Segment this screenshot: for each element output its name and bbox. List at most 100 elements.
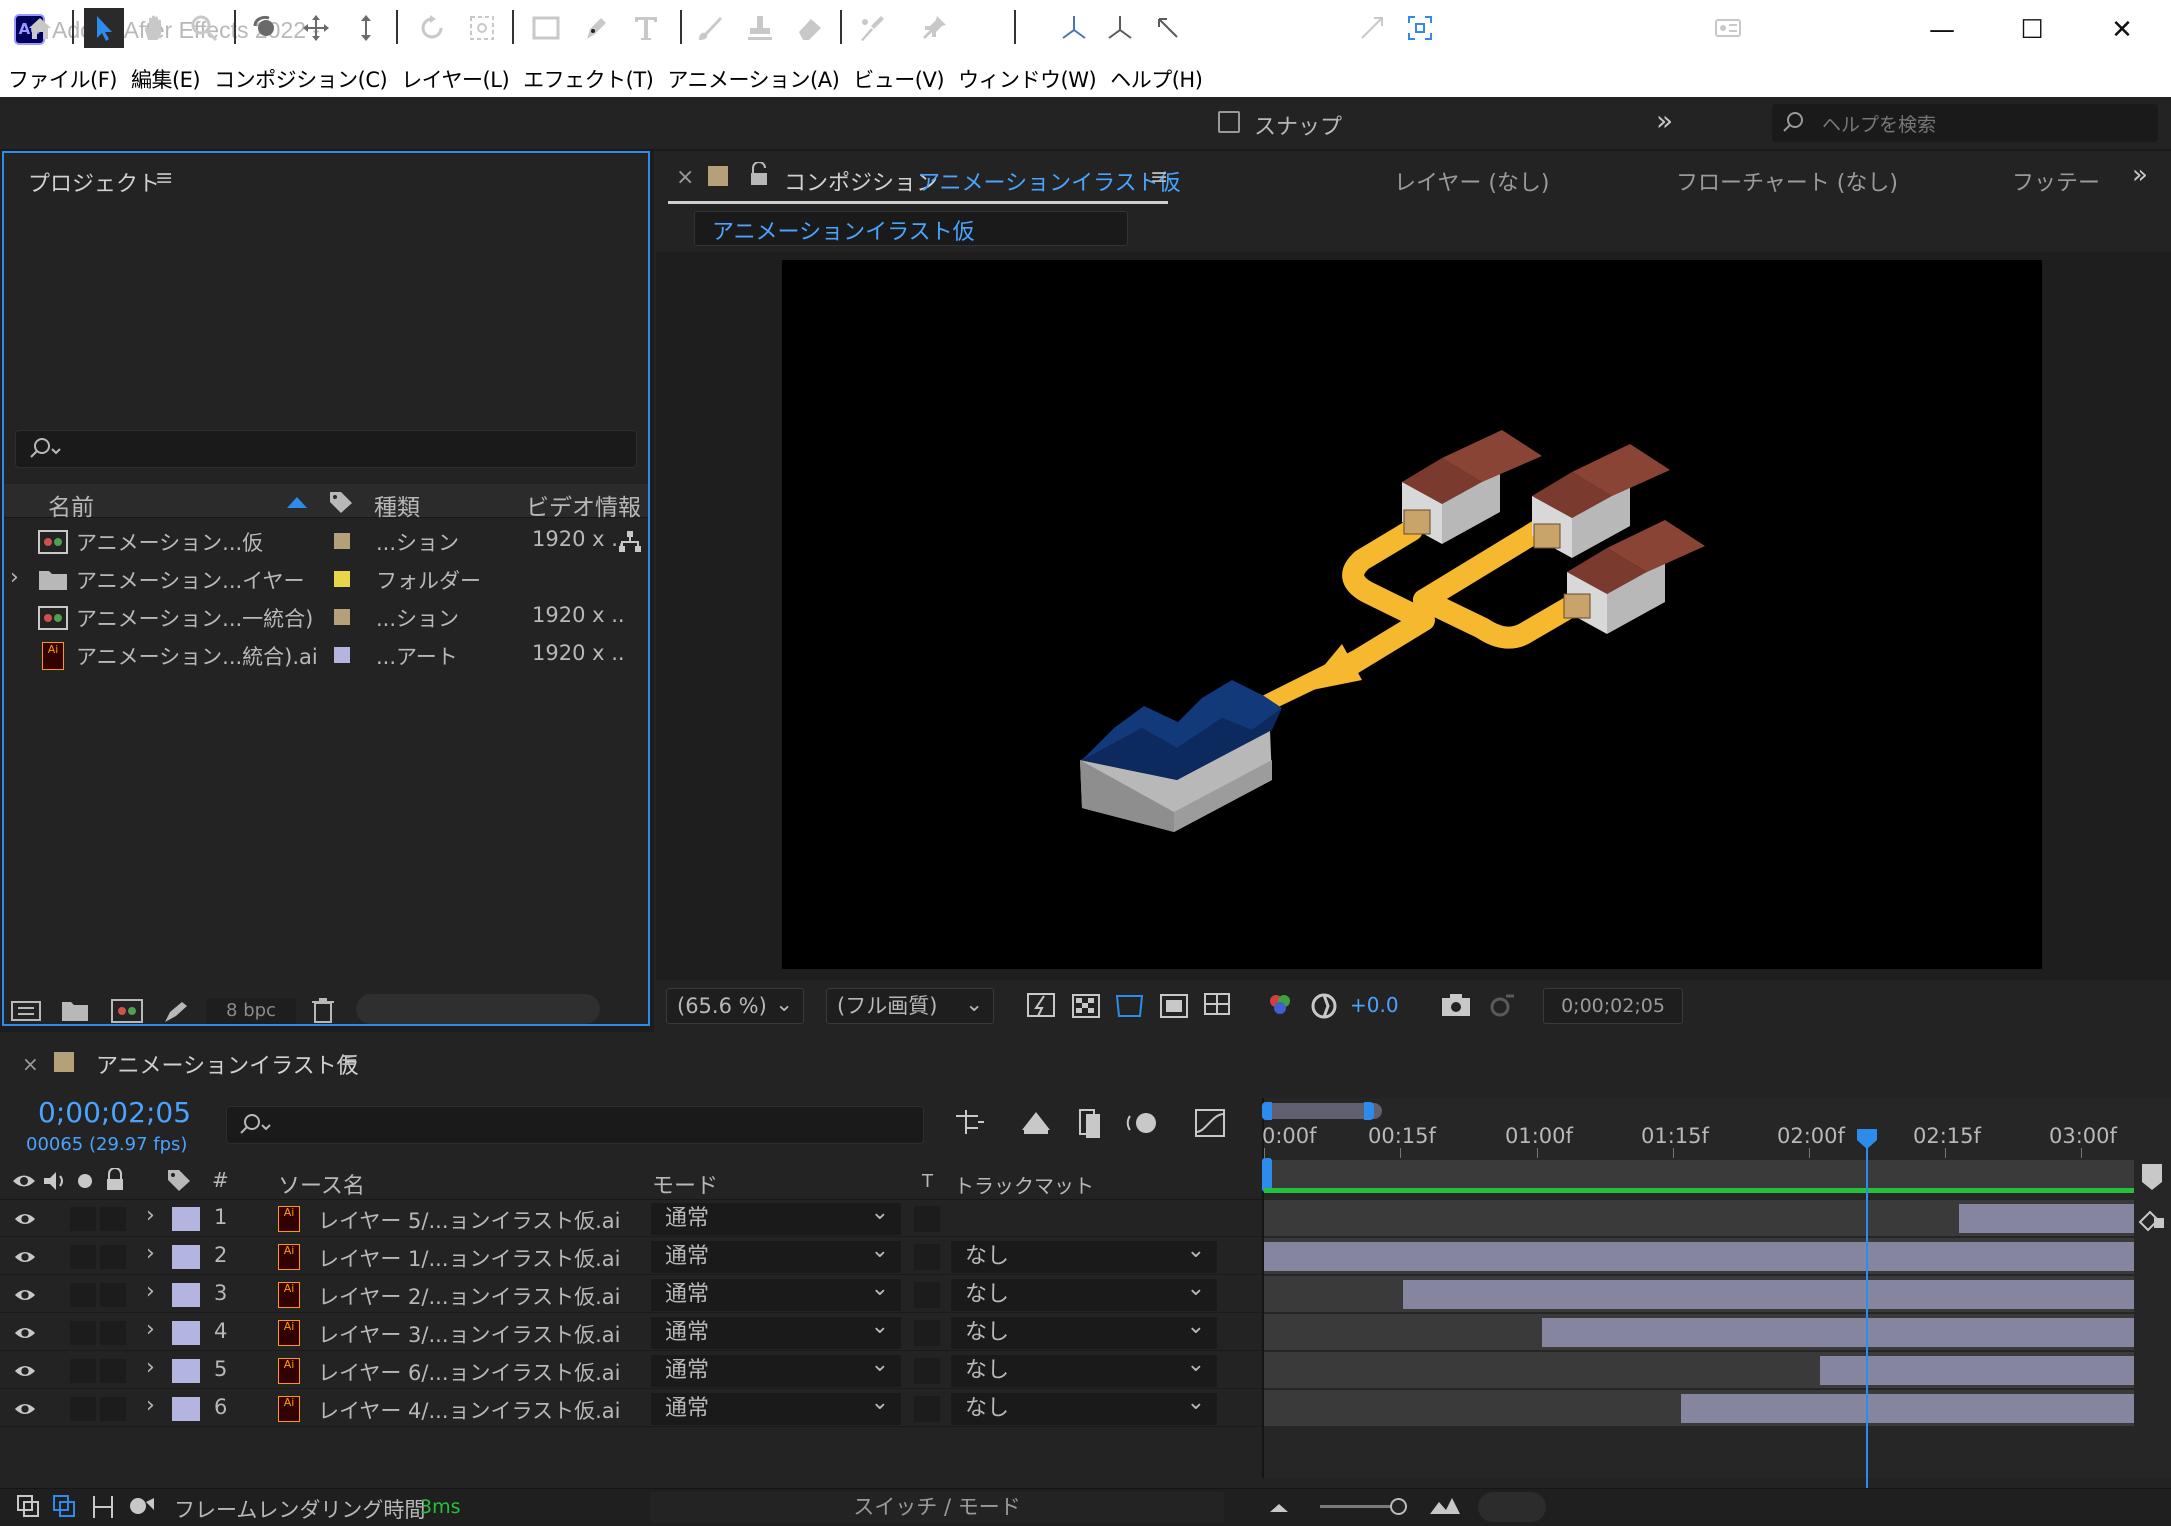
solo-switch[interactable] bbox=[70, 1321, 96, 1345]
exposure-value[interactable]: +0.0 bbox=[1350, 993, 1399, 1017]
snap-edges-icon[interactable] bbox=[1352, 8, 1392, 48]
layer-source-name[interactable]: レイヤー 2/...ョンイラスト仮.ai bbox=[318, 1281, 620, 1311]
layer-source-name[interactable]: レイヤー 6/...ョンイラスト仮.ai bbox=[318, 1357, 620, 1387]
layer-row[interactable]: › 5 Ai レイヤー 6/...ョンイラスト仮.ai 通常 なし bbox=[0, 1349, 1262, 1389]
zoom-out-icon[interactable] bbox=[1266, 1498, 1292, 1516]
show-snapshot-icon[interactable] bbox=[1484, 988, 1520, 1024]
layer-duration-bar[interactable] bbox=[1680, 1394, 2134, 1423]
menu-view[interactable]: ビュー(V) bbox=[853, 64, 944, 94]
frame-blending-icon[interactable] bbox=[1074, 1106, 1110, 1140]
label-tag-icon[interactable] bbox=[328, 490, 354, 514]
toolbar-overflow-icon[interactable]: » bbox=[1656, 104, 1673, 137]
blend-mode-select[interactable]: 通常 bbox=[651, 1235, 901, 1273]
composition-flowchart-icon[interactable] bbox=[952, 1106, 988, 1140]
rotation-tool-icon[interactable] bbox=[412, 8, 452, 48]
panel-menu-icon[interactable]: ≡ bbox=[340, 1048, 358, 1073]
lock-switch[interactable] bbox=[100, 1283, 126, 1307]
timeline-zoom-handle[interactable] bbox=[1390, 1498, 1407, 1515]
composition-tab-prefix[interactable]: コンポジション bbox=[784, 165, 938, 197]
transfer-controls-toggle-icon[interactable] bbox=[52, 1494, 78, 1520]
color-channels-icon[interactable] bbox=[1262, 988, 1298, 1024]
region-of-interest-icon[interactable] bbox=[1156, 988, 1192, 1024]
project-scrollbar[interactable] bbox=[356, 994, 600, 1024]
layer-duration-bar[interactable] bbox=[1402, 1280, 2134, 1309]
panel-menu-icon[interactable]: ≡ bbox=[155, 166, 173, 191]
playhead-line[interactable] bbox=[1866, 1140, 1869, 1490]
navigator-start-handle[interactable] bbox=[1262, 1102, 1272, 1120]
lock-switch[interactable] bbox=[100, 1321, 126, 1345]
expand-layer-icon[interactable]: › bbox=[146, 1393, 155, 1418]
timeline-search-input[interactable] bbox=[226, 1106, 924, 1144]
folder-expand-icon[interactable]: › bbox=[10, 565, 19, 590]
timeline-timecode[interactable]: 0;00;02;05 bbox=[38, 1096, 191, 1129]
snapshot-camera-icon[interactable] bbox=[1438, 988, 1474, 1024]
mask-visibility-icon[interactable] bbox=[1112, 988, 1148, 1024]
layer-source-name[interactable]: レイヤー 1/...ョンイラスト仮.ai bbox=[318, 1243, 620, 1273]
zoom-in-icon[interactable] bbox=[1428, 1494, 1462, 1516]
timeline-zoom-slider[interactable] bbox=[1320, 1505, 1400, 1508]
navigator-end-handle[interactable] bbox=[1364, 1102, 1374, 1120]
in-out-toggle-icon[interactable] bbox=[90, 1494, 116, 1520]
visibility-eye-icon[interactable] bbox=[14, 1398, 36, 1420]
track-matte-select[interactable]: なし bbox=[951, 1311, 1217, 1349]
menu-animation[interactable]: アニメーション(A) bbox=[667, 64, 839, 94]
preserve-transparency-toggle[interactable] bbox=[914, 1244, 940, 1270]
menu-window[interactable]: ウィンドウ(W) bbox=[958, 64, 1097, 94]
lock-switch[interactable] bbox=[100, 1207, 126, 1231]
menu-effect[interactable]: エフェクト(T) bbox=[523, 64, 654, 94]
visibility-eye-icon[interactable] bbox=[14, 1208, 36, 1230]
visibility-eye-icon[interactable] bbox=[14, 1322, 36, 1344]
track-matte-select[interactable]: なし bbox=[951, 1235, 1217, 1273]
label-swatch[interactable] bbox=[334, 609, 350, 625]
lock-switch[interactable] bbox=[100, 1245, 126, 1269]
render-queue-icon[interactable] bbox=[162, 998, 190, 1024]
lock-switch[interactable] bbox=[100, 1397, 126, 1421]
transparency-grid-icon[interactable] bbox=[1068, 988, 1104, 1024]
layer-row[interactable]: › 1 Ai レイヤー 5/...ョンイラスト仮.ai 通常 bbox=[0, 1197, 1262, 1237]
view-axis-mode-icon[interactable] bbox=[1148, 8, 1188, 48]
comp-marker-bin-icon[interactable] bbox=[2136, 1206, 2168, 1234]
column-type[interactable]: 種類 bbox=[374, 488, 420, 522]
layer-row[interactable]: › 4 Ai レイヤー 3/...ョンイラスト仮.ai 通常 なし bbox=[0, 1311, 1262, 1351]
puppet-pin-tool-icon[interactable] bbox=[914, 8, 954, 48]
zoom-select[interactable]: (65.6 %) ⌄ bbox=[666, 988, 804, 1024]
resolution-select[interactable]: (フル画質) ⌄ bbox=[826, 988, 994, 1024]
layer-label-swatch[interactable] bbox=[172, 1359, 200, 1383]
world-axis-mode-icon[interactable] bbox=[1100, 8, 1140, 48]
menu-file[interactable]: ファイル(F) bbox=[8, 64, 117, 94]
eraser-tool-icon[interactable] bbox=[790, 8, 830, 48]
lock-icon[interactable] bbox=[748, 162, 770, 188]
roto-brush-tool-icon[interactable] bbox=[852, 8, 892, 48]
preserve-transparency-toggle[interactable] bbox=[914, 1358, 940, 1384]
preserve-transparency-toggle[interactable] bbox=[914, 1396, 940, 1422]
draft-3d-icon[interactable] bbox=[1018, 1106, 1054, 1140]
expand-layer-icon[interactable]: › bbox=[146, 1241, 155, 1266]
local-axis-mode-icon[interactable] bbox=[1054, 8, 1094, 48]
menu-layer[interactable]: レイヤー(L) bbox=[401, 64, 509, 94]
visibility-eye-icon[interactable] bbox=[14, 1284, 36, 1306]
layer-label-swatch[interactable] bbox=[172, 1397, 200, 1421]
toggle-switches-modes-button[interactable]: スイッチ / モード bbox=[650, 1491, 1224, 1523]
composition-viewer[interactable] bbox=[782, 260, 2042, 969]
trash-icon[interactable] bbox=[310, 996, 336, 1024]
clone-stamp-tool-icon[interactable] bbox=[740, 8, 780, 48]
snap-feature-icon[interactable] bbox=[1400, 8, 1440, 48]
pen-tool-icon[interactable] bbox=[576, 8, 616, 48]
menu-help[interactable]: ヘルプ(H) bbox=[1110, 64, 1203, 94]
layer-row[interactable]: › 3 Ai レイヤー 2/...ョンイラスト仮.ai 通常 なし bbox=[0, 1273, 1262, 1313]
tab-footage[interactable]: フッテー bbox=[2012, 165, 2100, 197]
close-tab-icon[interactable]: × bbox=[676, 165, 694, 190]
project-search-input[interactable] bbox=[15, 430, 637, 468]
new-composition-icon[interactable] bbox=[110, 998, 144, 1024]
project-item[interactable]: アニメーション...仮 ...ション 1920 x .. bbox=[4, 522, 648, 560]
solo-switch[interactable] bbox=[70, 1207, 96, 1231]
bit-depth-button[interactable]: 8 bpc bbox=[206, 998, 296, 1024]
layer-row[interactable]: › 6 Ai レイヤー 4/...ョンイラスト仮.ai 通常 なし bbox=[0, 1387, 1262, 1427]
layer-duration-bar[interactable] bbox=[1958, 1204, 2134, 1233]
project-item[interactable]: Ai アニメーション...統合).ai ...アート 1920 x .. bbox=[4, 636, 648, 674]
project-item[interactable]: › アニメーション...イヤー フォルダー bbox=[4, 560, 648, 598]
render-time-toggle-icon[interactable] bbox=[128, 1494, 156, 1520]
layer-row[interactable]: › 2 Ai レイヤー 1/...ョンイラスト仮.ai 通常 なし bbox=[0, 1235, 1262, 1275]
column-video-info[interactable]: ビデオ情報 bbox=[526, 488, 641, 522]
selection-tool-icon[interactable] bbox=[84, 8, 124, 48]
